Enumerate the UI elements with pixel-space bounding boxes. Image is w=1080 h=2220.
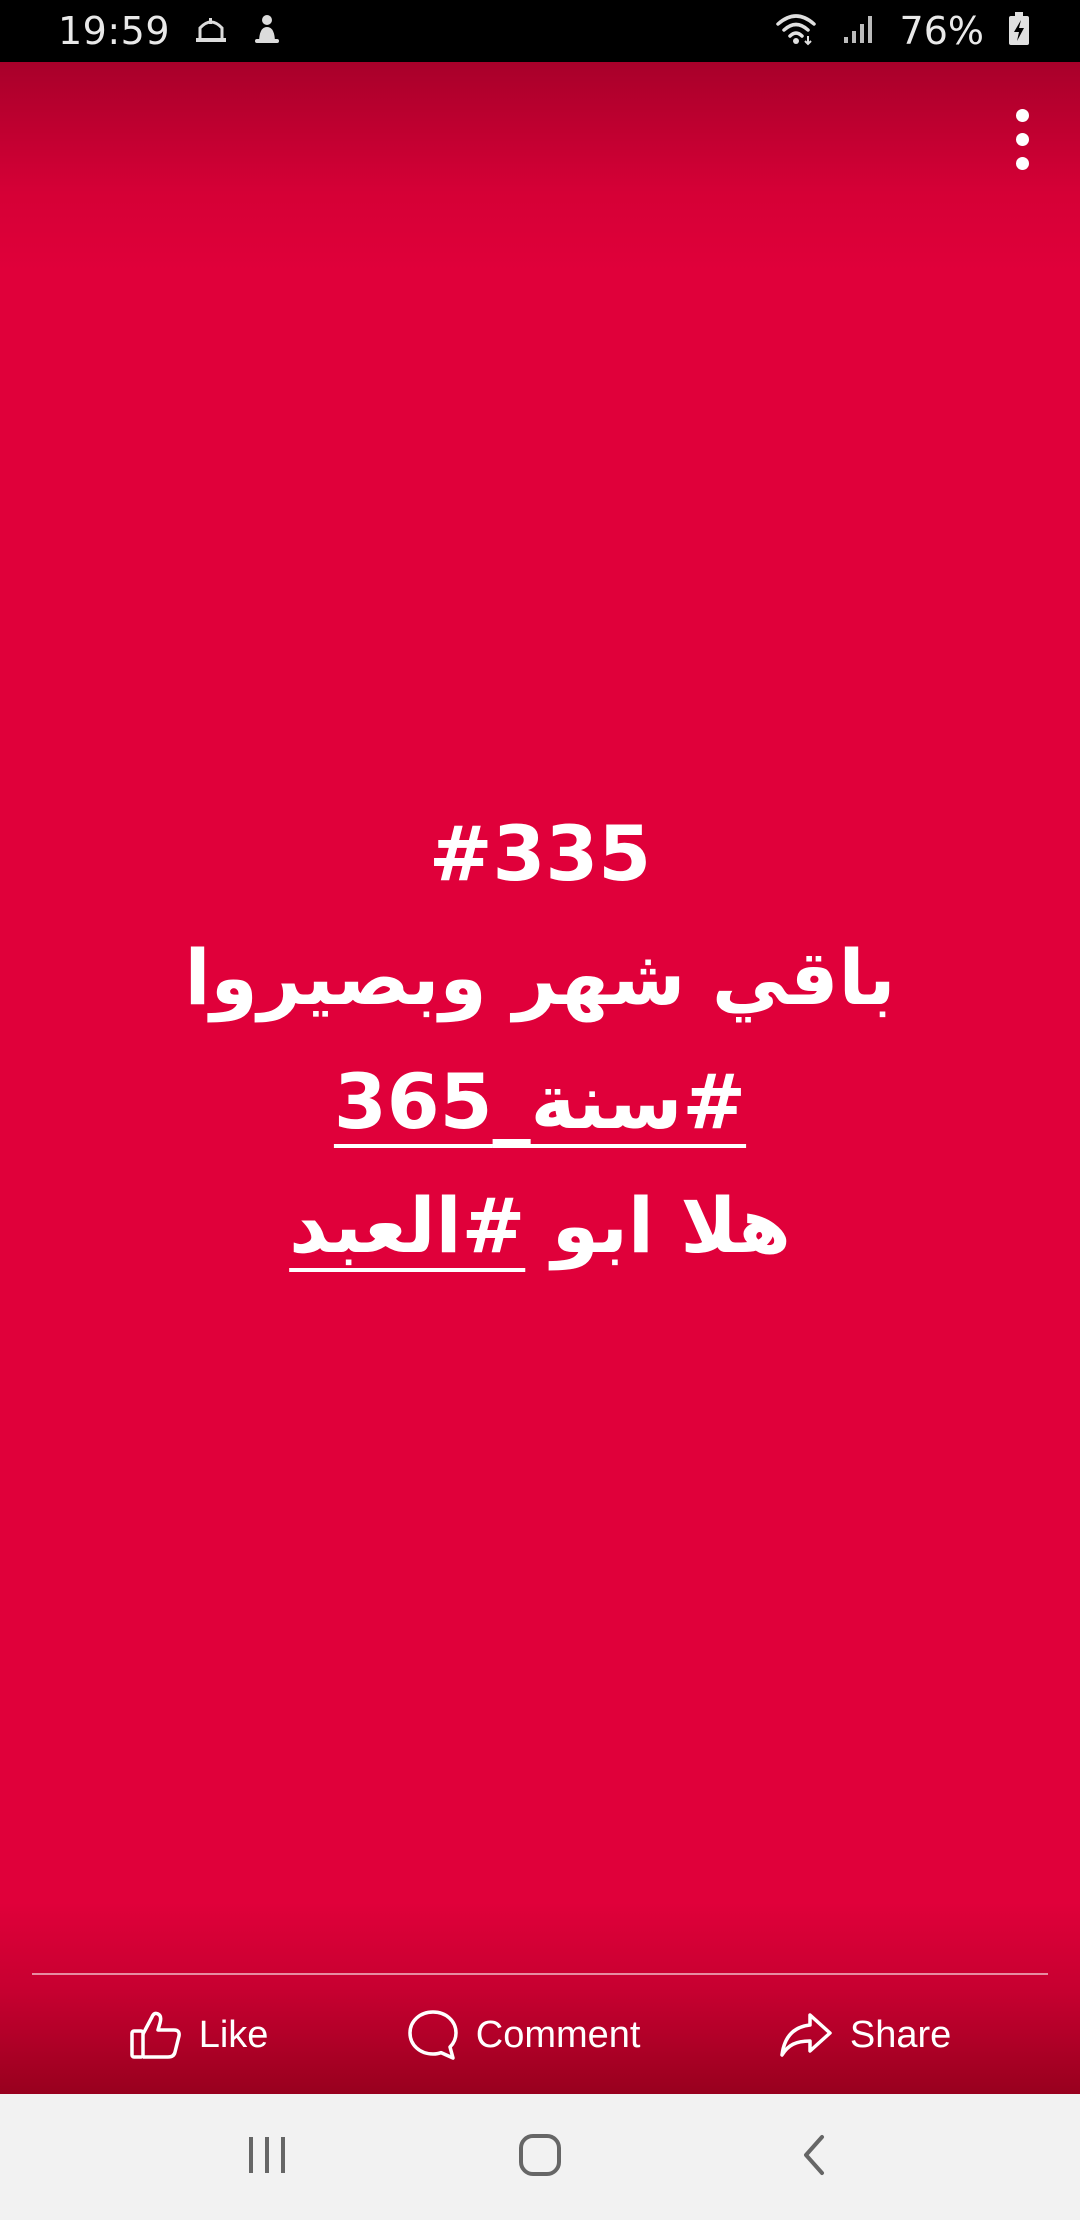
post-line-hashtag: #سنة_365 [90,1040,990,1164]
more-vertical-icon-dot [1015,132,1029,146]
screen: 19:59 76% #335 باقي شهر وبصيروا #سنة_365… [0,0,1080,2220]
post-line-2-text: باقي شهر وبصيروا [184,933,896,1022]
navigation-bar [0,2094,1080,2220]
post-text: #335 باقي شهر وبصيروا #سنة_365 هلا ابو #… [90,792,990,1288]
like-icon [129,2009,183,2061]
battery-charging-icon [1008,12,1030,50]
mosque-notification-icon [194,14,228,48]
share-button[interactable]: Share [778,2011,951,2059]
post-line-number: #335 [90,792,990,916]
action-bar: Like Comment Share [0,1975,1080,2095]
notification-icon [252,13,282,49]
home-button[interactable] [480,2107,600,2207]
more-options-button[interactable] [998,97,1046,181]
comment-icon [406,2008,460,2062]
recent-apps-icon [245,2135,289,2179]
post-line-1-text: #335 [428,809,652,898]
more-vertical-icon-dot [1015,156,1029,170]
status-right: 76% [774,12,1030,50]
post-background: #335 باقي شهر وبصيروا #سنة_365 هلا ابو #… [0,62,1080,2094]
post-line-4-prefix: هلا ابو [525,1181,791,1270]
comment-button[interactable]: Comment [406,2008,641,2062]
share-label: Share [849,2014,952,2056]
battery-percent: 76% [899,9,984,53]
comment-label: Comment [475,2014,641,2056]
back-button[interactable] [753,2107,873,2207]
like-label: Like [198,2014,269,2056]
home-icon [517,2132,563,2182]
post-line-greeting: هلا ابو #العبد [90,1164,990,1288]
like-button[interactable]: Like [129,2009,269,2061]
status-time: 19:59 [58,9,171,53]
recent-apps-button[interactable] [207,2107,327,2207]
wifi-icon [774,12,818,50]
share-icon [778,2011,834,2059]
status-bar: 19:59 76% [0,0,1080,62]
more-vertical-icon [1015,108,1029,122]
hashtag-link-alabd[interactable]: #العبد [289,1181,525,1270]
back-icon [798,2133,828,2181]
signal-icon [842,13,876,49]
post-line-message: باقي شهر وبصيروا [90,916,990,1040]
hashtag-link-365[interactable]: #سنة_365 [334,1057,746,1146]
status-left: 19:59 [58,12,282,50]
